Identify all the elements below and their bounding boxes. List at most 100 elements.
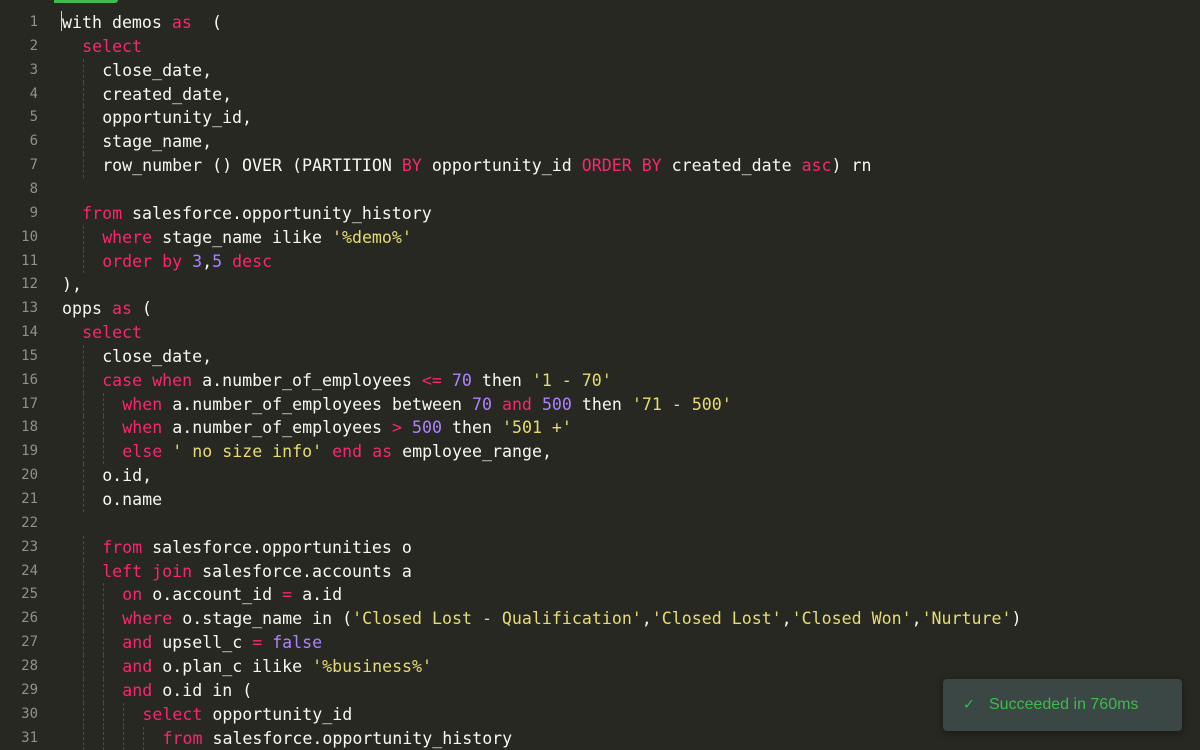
code-token: '71 - 500'	[631, 394, 732, 414]
code-token: salesforce.accounts a	[192, 561, 412, 581]
line-number: 2	[29, 37, 38, 54]
line-number: 25	[21, 586, 38, 603]
code-line[interactable]: else ' no size info' end as employee_ran…	[62, 440, 1200, 465]
code-line[interactable]: select	[62, 321, 1200, 345]
code-token: as	[111, 299, 132, 319]
indent-guide	[83, 416, 85, 441]
code-line[interactable]	[62, 178, 1200, 202]
code-line[interactable]: o.name	[62, 488, 1200, 512]
code-token: opps	[62, 299, 112, 319]
line-number: 29	[21, 681, 38, 698]
code-line[interactable]: close_date,	[62, 58, 1200, 83]
indent-guide	[83, 58, 85, 83]
code-token: o.id,	[102, 466, 153, 486]
checkmark-icon: ✓	[963, 697, 975, 713]
indent-guide	[103, 440, 105, 465]
line-number: 10	[21, 228, 38, 245]
indent-guide	[83, 130, 85, 155]
code-line[interactable]: ),	[62, 273, 1200, 297]
code-area[interactable]: with demos as (select close_date, created_…	[62, 0, 1200, 750]
code-token: select	[82, 36, 143, 56]
code-line[interactable]: with demos as (	[62, 11, 1200, 35]
code-token: left join	[102, 561, 193, 581]
indent-guide	[123, 726, 125, 750]
code-token: ),	[62, 275, 82, 295]
code-token: where	[122, 609, 173, 629]
code-line[interactable]: opportunity_id,	[62, 106, 1200, 131]
line-number: 24	[21, 562, 38, 579]
code-token: a.number_of_employees	[162, 418, 393, 438]
code-token: o.stage_name in (	[172, 609, 353, 629]
indent-guide	[83, 225, 85, 250]
code-line[interactable]: opps as (	[62, 297, 1200, 321]
code-line[interactable]: and upsell_c = false	[62, 631, 1200, 655]
code-token: 5	[212, 251, 223, 271]
line-number: 17	[21, 395, 38, 412]
code-token: then	[571, 394, 632, 414]
indent-guide	[103, 702, 105, 727]
line-number: 11	[21, 252, 38, 269]
code-token: stage_name ilike	[152, 227, 332, 247]
code-token: )	[1011, 609, 1022, 629]
indent-guide	[83, 559, 85, 584]
query-status-toast: ✓ Succeeded in 760ms	[943, 679, 1182, 731]
code-token: select	[142, 704, 203, 724]
code-line[interactable]: when a.number_of_employees between 70 an…	[62, 392, 1200, 417]
code-line[interactable]	[62, 512, 1200, 536]
line-number: 27	[21, 634, 38, 651]
code-line[interactable]: where o.stage_name in ('Closed Lost - Qu…	[62, 607, 1200, 632]
code-token: end	[332, 442, 363, 462]
code-line[interactable]: from salesforce.opportunity_history	[62, 202, 1200, 226]
code-line[interactable]: when a.number_of_employees > 500 then '5…	[62, 416, 1200, 441]
code-line[interactable]: where stage_name ilike '%demo%'	[62, 225, 1200, 250]
code-line[interactable]: close_date,	[62, 344, 1200, 369]
indent-guide	[83, 607, 85, 632]
code-token: stage_name,	[102, 132, 213, 152]
line-number: 8	[29, 180, 38, 197]
code-token: =	[252, 633, 263, 653]
code-line[interactable]: left join salesforce.accounts a	[62, 559, 1200, 584]
code-line[interactable]: order by 3,5 desc	[62, 249, 1200, 274]
code-line[interactable]: stage_name,	[62, 130, 1200, 155]
code-line[interactable]: row_number () OVER (PARTITION BY opportu…	[62, 154, 1200, 178]
code-line[interactable]: from salesforce.opportunities o	[62, 535, 1200, 560]
code-token: =	[282, 585, 293, 605]
code-token: then	[471, 370, 532, 390]
code-line[interactable]: case when a.number_of_employees <= 70 th…	[62, 368, 1200, 393]
code-token: a.number_of_employees	[192, 370, 422, 390]
code-token: and	[501, 394, 532, 414]
code-token: o.id in (	[152, 680, 253, 700]
indent-guide	[83, 631, 85, 655]
code-line[interactable]: on o.account_id = a.id	[62, 583, 1200, 608]
code-token: '%business%'	[312, 656, 433, 676]
line-number: 30	[21, 705, 38, 722]
line-number: 26	[21, 610, 38, 627]
line-number: 13	[21, 300, 38, 317]
code-token: o.account_id	[142, 585, 283, 605]
indent-guide	[83, 702, 85, 727]
code-line[interactable]: and o.plan_c ilike '%business%'	[62, 654, 1200, 679]
line-number: 14	[21, 324, 38, 341]
indent-guide	[83, 368, 85, 393]
code-token: upsell_c	[152, 633, 253, 653]
code-token: salesforce.opportunity_history	[202, 728, 513, 748]
code-token: and	[122, 633, 153, 653]
code-line[interactable]: created_date,	[62, 82, 1200, 107]
code-token: created_date,	[102, 84, 233, 104]
code-line[interactable]: o.id,	[62, 464, 1200, 488]
line-number: 1	[29, 14, 38, 30]
indent-guide	[103, 416, 105, 441]
code-token: '1 - 70'	[531, 370, 612, 390]
sql-editor[interactable]: 1 2 3 4 5 6 7 8 9 10 11 12 13 14 15 16 17 18 19 20 21 22 23 24 2…	[0, 0, 1200, 750]
code-token: close_date,	[102, 346, 213, 366]
indent-guide	[83, 344, 85, 369]
code-line[interactable]: select	[62, 35, 1200, 59]
line-number: 22	[21, 514, 38, 531]
code-token: 'Closed Lost'	[651, 609, 782, 629]
code-token: on	[122, 585, 143, 605]
code-token: where	[102, 227, 153, 247]
indent-guide	[83, 464, 85, 488]
code-token: desc	[232, 251, 273, 271]
